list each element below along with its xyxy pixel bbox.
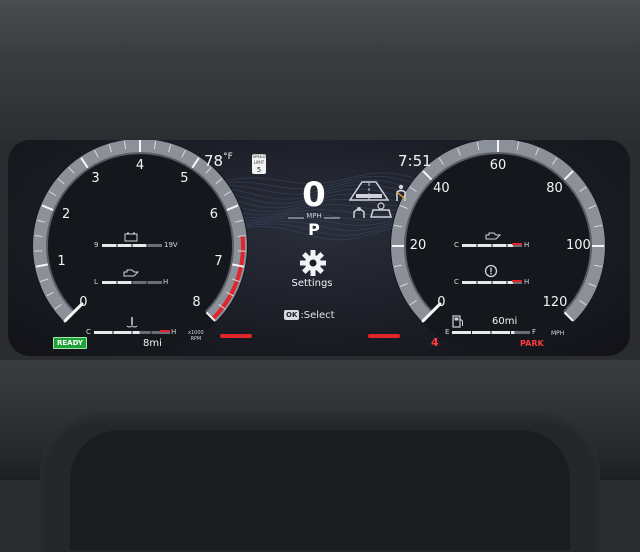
battery-gauge-max: 19V — [164, 241, 178, 249]
battery-icon — [124, 232, 138, 242]
clock: 7:51 — [398, 152, 432, 170]
tachometer-tick-label: 6 — [202, 207, 226, 222]
fuel-pump-icon — [452, 314, 464, 328]
battery-gauge-fill — [102, 244, 147, 247]
ok-select-hint: OK:Select — [284, 310, 335, 321]
oil-pressure-gauge-max: H — [163, 278, 168, 286]
rpm-unit-text: RPM — [188, 336, 204, 342]
tachometer-tick-label: 3 — [84, 171, 108, 186]
speed-limit-sign-icon: SPEED LIMIT 5 — [252, 154, 266, 174]
lane-tracing-icon — [346, 180, 392, 202]
trans-temp-gauge-fill — [462, 281, 513, 284]
tachometer-tick-label: 1 — [50, 254, 74, 269]
pre-collision-icon — [368, 202, 394, 220]
four-wheel-drive-indicator: 4 — [431, 336, 439, 349]
speed-limit-caption: SPEED LIMIT — [252, 154, 266, 166]
fuel-gauge-empty: E — [445, 328, 449, 336]
tachometer-tick-label: 7 — [206, 254, 230, 269]
coolant-gauge-min: C — [86, 328, 91, 336]
coolant-gauge-red-zone — [160, 330, 170, 332]
dashboard-upper-trim — [0, 0, 640, 140]
outside-temperature-value: 78 — [204, 152, 223, 170]
speedometer-tick-label: 60 — [486, 158, 510, 173]
transmission-temp-icon — [484, 264, 498, 278]
speedometer-tick-label: 120 — [543, 295, 567, 310]
oil-temp-gauge-max: H — [524, 241, 529, 249]
speedometer-tick-label: 80 — [543, 181, 567, 196]
ready-indicator: READY — [53, 337, 87, 349]
oil-temp-gauge-fill — [462, 244, 513, 247]
coolant-temp-icon — [126, 316, 138, 329]
coolant-gauge-max: H — [171, 328, 176, 336]
temperature-unit: °F — [223, 152, 233, 162]
tachometer-tick-label: 5 — [172, 171, 196, 186]
tachometer-red-accent — [220, 334, 252, 338]
rpm-unit-label: x1000 RPM — [188, 330, 204, 342]
speed-unit-label: MPH — [551, 330, 564, 337]
tachometer-tick-label: 8 — [185, 295, 209, 310]
battery-gauge-min: 9 — [94, 241, 98, 249]
instrument-cluster-screen: 78°F SPEED LIMIT 5 7:51 0 MPH P — [8, 140, 630, 356]
fuel-range: 60mi — [492, 316, 517, 327]
settings-menu-label[interactable]: Settings — [278, 278, 346, 289]
speedometer-tick-label: 20 — [406, 238, 430, 253]
tachometer-tick-label: 4 — [128, 158, 152, 173]
odometer: 8mi — [143, 338, 162, 349]
gear-indicator: P — [294, 220, 334, 239]
speedometer-tick-label: 0 — [429, 295, 453, 310]
coolant-gauge-fill — [94, 331, 140, 334]
speed-limit-value: 5 — [257, 166, 261, 174]
fuel-gauge-fill — [452, 331, 514, 334]
digital-speed: 0 — [294, 178, 334, 212]
speedometer-tick-label: 100 — [566, 238, 590, 253]
trans-temp-gauge-max: H — [524, 278, 529, 286]
ok-select-text: :Select — [300, 310, 334, 321]
oil-temp-gauge-min: C — [454, 241, 459, 249]
fuel-gauge-full: F — [532, 328, 536, 336]
digital-speed-unit: MPH — [294, 212, 334, 220]
tachometer-tick-label: 2 — [54, 207, 78, 222]
oil-can-icon — [122, 268, 140, 278]
steering-wheel-hub — [70, 430, 570, 550]
tachometer-tick-label: 0 — [71, 295, 95, 310]
lane-departure-icon — [350, 204, 368, 220]
oil-temp-gauge-red-zone — [512, 243, 522, 245]
speedometer-red-accent — [368, 334, 400, 338]
gear-icon[interactable] — [298, 248, 328, 278]
ok-button-badge: OK — [284, 310, 299, 320]
oil-temp-icon — [484, 230, 502, 242]
seatbelt-icon — [394, 184, 408, 202]
outside-temperature: 78°F — [204, 152, 233, 170]
oil-pressure-gauge-min: L — [94, 278, 98, 286]
trans-temp-gauge-min: C — [454, 278, 459, 286]
park-brake-indicator: PARK — [520, 339, 544, 348]
speedometer-tick-label: 40 — [429, 181, 453, 196]
trans-temp-gauge-red-zone — [512, 280, 522, 282]
